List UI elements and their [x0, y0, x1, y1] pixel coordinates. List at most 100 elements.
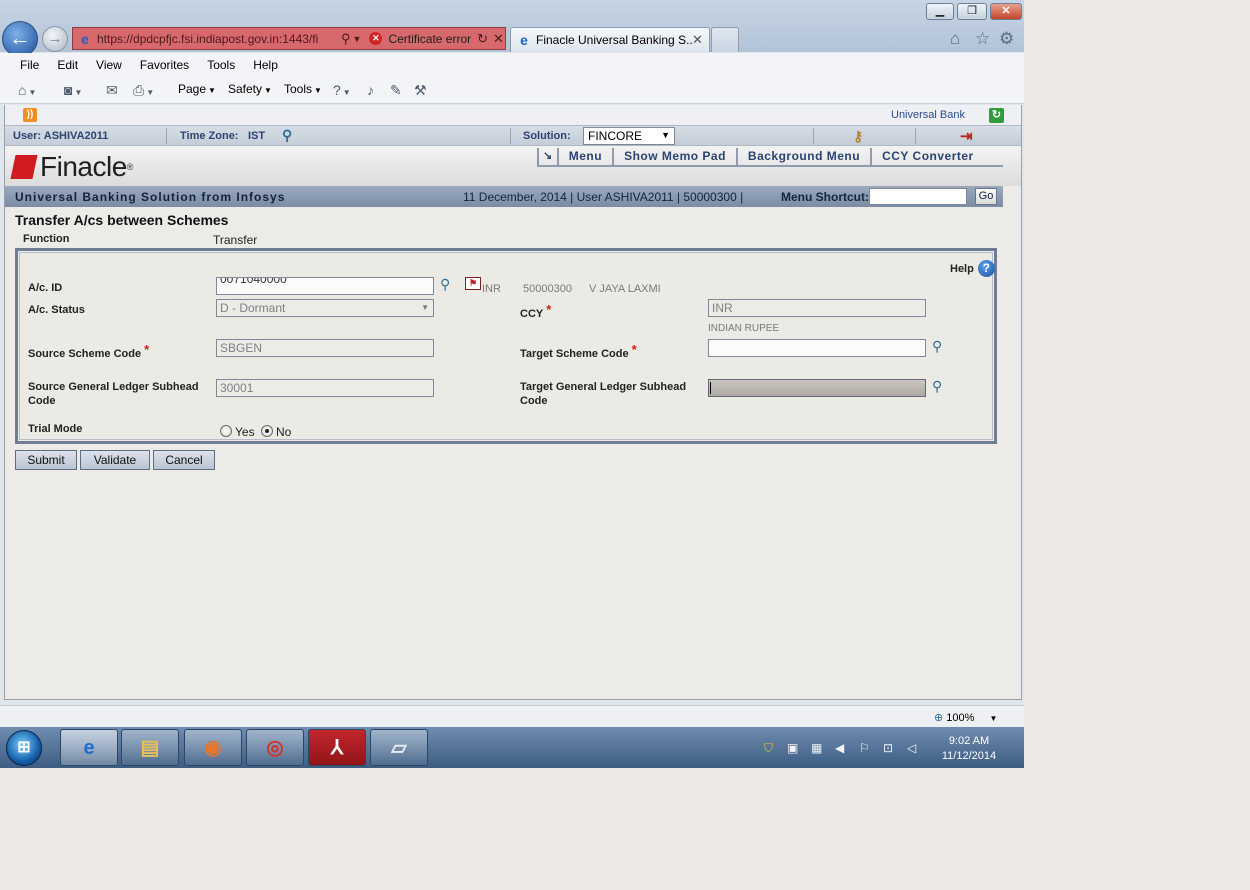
notepad-task[interactable]: ▱	[370, 729, 428, 766]
target-gl-input[interactable]	[708, 379, 926, 397]
home-icon[interactable]: ⌂	[950, 29, 960, 49]
safety-menu[interactable]: Safety ▼	[228, 82, 272, 96]
acid-input[interactable]: 0071040000	[216, 277, 434, 295]
back-button[interactable]: ←	[2, 21, 38, 57]
help-menu-icon[interactable]: ? ▼	[333, 82, 351, 98]
menu-favorites[interactable]: Favorites	[130, 58, 197, 72]
top-menu-background[interactable]: Background Menu	[735, 148, 870, 165]
url-text[interactable]: https://dpdcpfjc.fsi.indiapost.gov.in:14…	[97, 32, 335, 46]
addon-icon[interactable]: ⚒	[414, 82, 427, 99]
home-icon[interactable]: ⌂ ▼	[18, 82, 36, 98]
certificate-error-icon[interactable]: ✕	[369, 32, 383, 45]
help-link[interactable]: Help ?	[950, 260, 995, 277]
chevron-down-icon[interactable]: ▼	[353, 34, 362, 44]
separator	[166, 128, 167, 144]
menu-shortcut-input[interactable]	[869, 188, 967, 205]
trial-yes-label[interactable]: Yes	[235, 425, 255, 439]
tab-close-icon[interactable]: ✕	[692, 32, 703, 48]
trial-yes-radio[interactable]	[220, 425, 232, 437]
finacle-logo: Finacle ®	[10, 151, 133, 182]
acrobat-task[interactable]: ⅄	[308, 729, 366, 766]
start-button[interactable]: ⊞	[6, 730, 42, 766]
certificate-error-label[interactable]: Certificate error	[388, 32, 471, 46]
user-bar: User: ASHIVA2011 Time Zone: IST ⚲ Soluti…	[5, 125, 1021, 146]
chevron-down-icon: ▼	[661, 130, 670, 140]
search-icon[interactable]: ⚲	[341, 31, 351, 47]
info-bar: Universal Banking Solution from Infosys …	[5, 186, 1003, 207]
print-icon[interactable]: ⎙ ▼	[133, 82, 154, 99]
network-tray-icon[interactable]: ▦	[811, 741, 822, 755]
source-gl-input[interactable]: 30001	[216, 379, 434, 397]
source-gl-value: 30001	[220, 381, 254, 395]
divider	[537, 165, 1003, 167]
trial-no-radio[interactable]	[261, 425, 273, 437]
cancel-button[interactable]: Cancel	[153, 450, 215, 470]
page-menu[interactable]: Page ▼	[178, 82, 216, 96]
ccy-input[interactable]: INR	[708, 299, 926, 317]
menu-help[interactable]: Help	[243, 58, 286, 72]
go-button[interactable]: Go	[975, 188, 997, 205]
search-icon[interactable]: ⚲	[932, 338, 942, 355]
top-menu: ↘ Menu Show Memo Pad Background Menu CCY…	[537, 148, 984, 165]
trial-no-label[interactable]: No	[276, 425, 291, 439]
feeds-icon[interactable]: ◙ ▼	[64, 82, 82, 98]
security-tray-icon[interactable]: ⛉	[764, 741, 773, 756]
new-tab-button[interactable]	[711, 27, 739, 52]
search-icon[interactable]: ⚲	[282, 127, 292, 144]
close-window-button[interactable]: ✕	[990, 3, 1022, 20]
menu-arrow-icon[interactable]: ↘	[537, 148, 557, 165]
menu-view[interactable]: View	[86, 58, 130, 72]
solution-select[interactable]: FINCORE ▼	[583, 127, 675, 145]
help-label: Help	[950, 262, 974, 275]
search-icon[interactable]: ⚲	[932, 378, 942, 395]
clock[interactable]: 9:02 AM 11/12/2014	[928, 734, 1010, 764]
account-details-icon[interactable]: ⚑	[465, 277, 481, 290]
search-icon[interactable]: ⚲	[440, 276, 450, 293]
restore-button[interactable]: ❐	[957, 3, 987, 20]
tools-menu[interactable]: Tools ▼	[284, 82, 322, 96]
transfer-form: Help ? A/c. ID 0071040000 ⚲ ⚑ INR 500003…	[15, 248, 997, 444]
target-scheme-input[interactable]	[708, 339, 926, 357]
stop-icon[interactable]: ✕	[493, 31, 504, 47]
explorer-task[interactable]: ▤	[121, 729, 179, 766]
mail-icon[interactable]: ✉	[106, 82, 118, 99]
top-menu-ccy-converter[interactable]: CCY Converter	[870, 148, 984, 165]
menu-edit[interactable]: Edit	[47, 58, 86, 72]
speaker-tray-icon[interactable]: ◀	[835, 741, 844, 755]
submit-button[interactable]: Submit	[15, 450, 77, 470]
onenote-icon[interactable]: ✎	[390, 82, 402, 99]
menu-file[interactable]: File	[10, 58, 47, 72]
favorites-star-icon[interactable]: ☆	[975, 29, 990, 49]
internet-explorer-task[interactable]: e	[60, 729, 118, 766]
source-scheme-input[interactable]: SBGEN	[216, 339, 434, 357]
browser-window: ▁ ❐ ✕ ← → e https://dpdcpfjc.fsi.indiapo…	[0, 0, 1024, 768]
research-icon[interactable]: ♪	[367, 82, 374, 98]
key-icon[interactable]: ⚷	[853, 128, 863, 145]
tray-icon[interactable]: ▣	[787, 741, 798, 755]
minimize-button[interactable]: ▁	[926, 3, 954, 20]
top-menu-menu[interactable]: Menu	[556, 148, 612, 165]
form-inner: Help ? A/c. ID 0071040000 ⚲ ⚑ INR 500003…	[19, 252, 995, 440]
zoom-level: 100%	[946, 712, 975, 724]
chevron-down-icon: ▼	[421, 303, 429, 312]
target-scheme-label-text: Target Scheme Code	[520, 348, 629, 360]
rss-icon[interactable]: ))	[23, 108, 37, 122]
address-bar[interactable]: e https://dpdcpfjc.fsi.indiapost.gov.in:…	[72, 27, 506, 50]
gear-icon[interactable]: ⚙	[999, 29, 1014, 49]
logout-icon[interactable]: ⇥	[960, 127, 973, 145]
chrome-task[interactable]: ◎	[246, 729, 304, 766]
tab-finacle[interactable]: e Finacle Universal Banking S... ✕	[510, 27, 710, 52]
menu-tools[interactable]: Tools	[197, 58, 243, 72]
target-gl-label-line2: Code	[520, 395, 548, 407]
refresh-icon[interactable]: ↻	[989, 108, 1004, 123]
flag-tray-icon[interactable]: ⚐	[859, 741, 870, 755]
top-menu-memo-pad[interactable]: Show Memo Pad	[612, 148, 736, 165]
zoom-control[interactable]: ⊕ 100% ▼	[934, 711, 997, 724]
refresh-icon[interactable]: ↻	[477, 31, 488, 47]
network-icon[interactable]: ⊡	[883, 741, 893, 755]
forward-button[interactable]: →	[42, 26, 68, 52]
status-select[interactable]: D - Dormant ▼	[216, 299, 434, 317]
validate-button[interactable]: Validate	[80, 450, 150, 470]
volume-icon[interactable]: ◁	[907, 741, 916, 755]
firefox-task[interactable]: ◉	[184, 729, 242, 766]
